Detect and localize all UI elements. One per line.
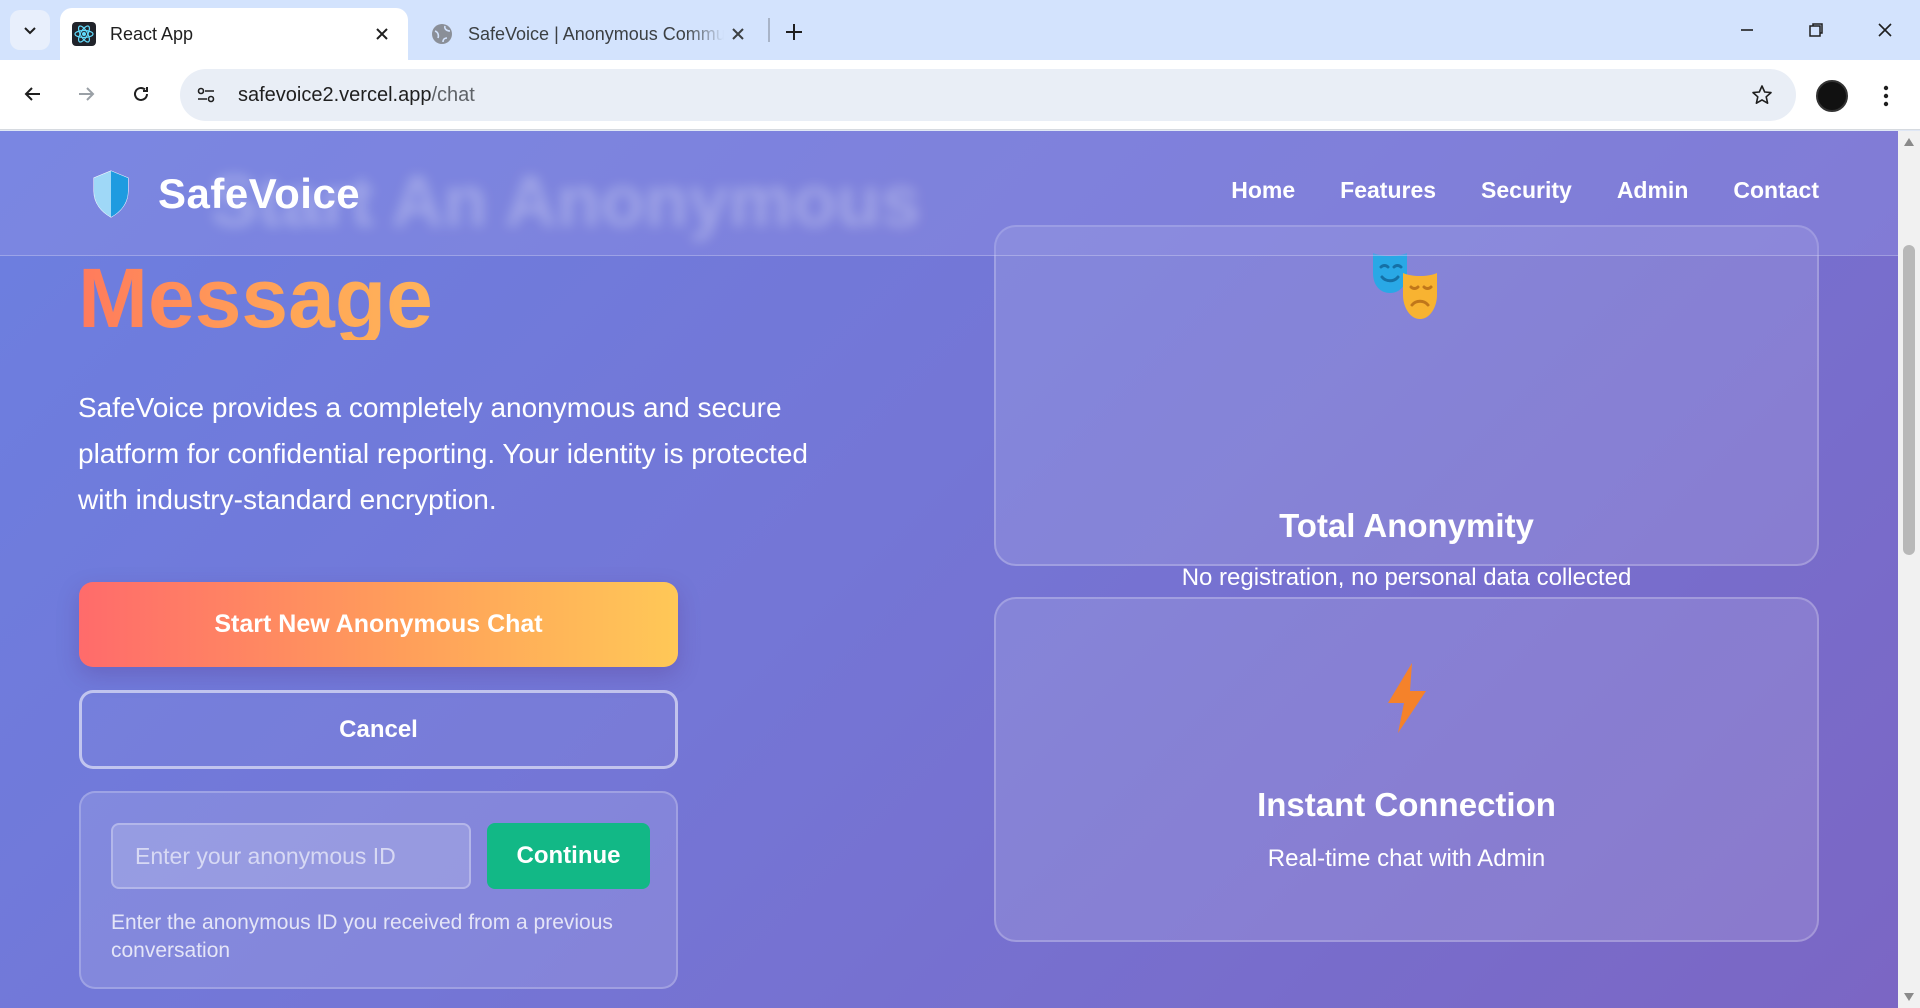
close-icon [1878, 23, 1892, 37]
nav-admin[interactable]: Admin [1617, 177, 1689, 204]
hero-heading: Message [78, 251, 433, 345]
tab-title: React App [110, 23, 194, 44]
site-info-icon[interactable] [184, 73, 228, 117]
scroll-up-arrow-icon[interactable] [1902, 135, 1916, 149]
minimize-button[interactable] [1722, 10, 1772, 50]
nav-security[interactable]: Security [1481, 177, 1572, 204]
tab-strip: React App SafeVoice | Anonymous Communic… [0, 0, 1920, 60]
back-button[interactable] [13, 74, 53, 114]
scroll-down-arrow-icon[interactable] [1902, 990, 1916, 1004]
cancel-button[interactable]: Cancel [79, 690, 678, 769]
brand[interactable]: SafeVoice [90, 169, 360, 219]
shield-icon [93, 170, 129, 218]
anonymous-id-input[interactable] [111, 823, 471, 889]
tab-title: SafeVoice | Anonymous Communication [468, 23, 724, 44]
react-icon [72, 22, 96, 46]
feature-description: Real-time chat with Admin [1267, 845, 1546, 872]
chevron-down-icon [24, 27, 36, 35]
lightning-icon [1387, 663, 1426, 733]
url-path: /chat [431, 83, 475, 106]
hero-description: SafeVoice provides a completely anonymou… [78, 392, 808, 515]
site-header: Start An Anonymous SafeVoice Home Featur… [0, 131, 1898, 256]
nav-features[interactable]: Features [1340, 177, 1436, 204]
reload-icon [134, 86, 148, 101]
resume-chat-panel: Continue Enter the anonymous ID you rece… [79, 791, 678, 989]
theater-masks-icon [1372, 253, 1437, 319]
browser-toolbar: safevoice2.vercel.app/chat [0, 60, 1920, 130]
close-window-button[interactable] [1860, 10, 1910, 50]
tab-search-button[interactable] [10, 10, 50, 50]
feature-title: Instant Connection [1257, 786, 1556, 823]
bookmark-star-icon[interactable] [1744, 77, 1780, 113]
minimize-icon [1741, 29, 1753, 31]
nav-contact[interactable]: Contact [1733, 177, 1819, 204]
restore-icon [1809, 23, 1823, 37]
page-viewport: Start An Anonymous SafeVoice Home Featur… [0, 131, 1898, 1008]
feature-card-anonymity: Total Anonymity No registration, no pers… [994, 225, 1819, 591]
tab-react-app[interactable]: React App [60, 8, 408, 60]
tab-separator [768, 18, 770, 42]
new-tab-button[interactable] [776, 14, 812, 50]
forward-button[interactable] [66, 74, 106, 114]
scrollbar-thumb[interactable] [1903, 245, 1915, 555]
start-new-chat-button[interactable]: Start New Anonymous Chat [79, 582, 678, 667]
restore-button[interactable] [1791, 10, 1841, 50]
address-bar[interactable]: safevoice2.vercel.app/chat [180, 69, 1796, 121]
address-url: safevoice2.vercel.app/chat [238, 84, 475, 107]
plus-icon [786, 24, 802, 40]
feature-card-connection: Instant Connection Real-time chat with A… [994, 597, 1819, 942]
nav-home[interactable]: Home [1231, 177, 1295, 204]
anonymous-id-help: Enter the anonymous ID you received from… [111, 911, 613, 962]
feature-title: Total Anonymity [1279, 507, 1534, 544]
close-icon[interactable] [724, 20, 752, 48]
reload-button[interactable] [121, 74, 161, 114]
tab-safevoice[interactable]: SafeVoice | Anonymous Communication [418, 8, 764, 60]
browser-menu-button[interactable] [1870, 76, 1902, 116]
more-vertical-icon [1883, 85, 1889, 107]
close-icon[interactable] [368, 20, 396, 48]
arrow-right-icon [79, 87, 95, 101]
continue-button[interactable]: Continue [487, 823, 650, 889]
site-nav: Home Features Security Admin Contact [1231, 177, 1819, 204]
arrow-left-icon [24, 87, 40, 101]
page-scrollbar[interactable] [1898, 131, 1920, 1008]
profile-avatar[interactable] [1816, 80, 1848, 112]
brand-name: SafeVoice [158, 170, 361, 217]
url-host: safevoice2.vercel.app [238, 83, 432, 106]
globe-icon [430, 22, 454, 46]
feature-description: No registration, no personal data collec… [1181, 564, 1632, 591]
